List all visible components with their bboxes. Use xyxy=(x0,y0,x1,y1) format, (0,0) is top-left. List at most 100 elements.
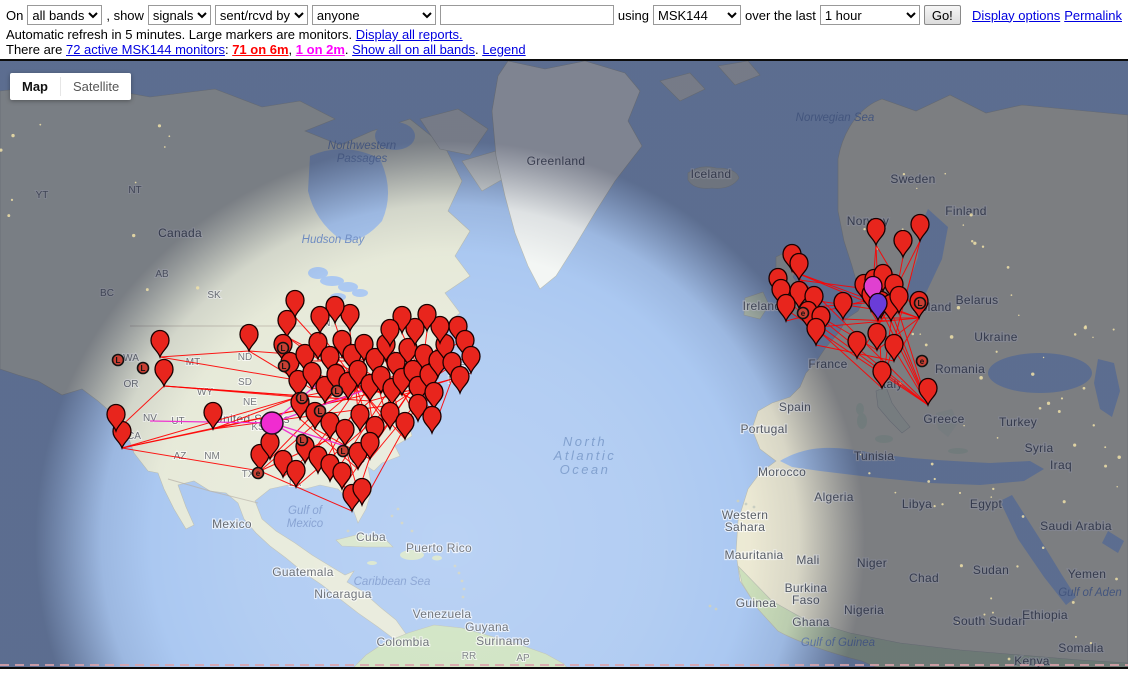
svg-text:Chad: Chad xyxy=(909,571,939,585)
svg-text:LA: LA xyxy=(289,478,302,489)
svg-text:Norway: Norway xyxy=(847,214,889,228)
svg-text:Northwestern: Northwestern xyxy=(328,140,396,152)
sep: , xyxy=(289,42,296,57)
svg-text:Passages: Passages xyxy=(337,153,388,165)
monitors-6m-link[interactable]: 71 on 6m xyxy=(232,42,288,57)
mode-select[interactable]: MSK144 xyxy=(653,5,741,25)
signals-select[interactable]: signals xyxy=(148,5,211,25)
svg-text:Libya: Libya xyxy=(902,497,932,511)
svg-text:Iceland: Iceland xyxy=(691,167,732,181)
svg-text:AP: AP xyxy=(516,653,530,664)
svg-text:Mexico: Mexico xyxy=(212,517,252,531)
svg-text:Greenland: Greenland xyxy=(527,154,586,168)
on-label: On xyxy=(6,8,23,23)
go-button[interactable]: Go! xyxy=(924,5,961,25)
svg-text:Algeria: Algeria xyxy=(814,490,853,504)
display-options-link[interactable]: Display options xyxy=(972,8,1060,23)
refresh-text: Automatic refresh in 5 minutes. Large ma… xyxy=(6,27,356,42)
map-type-control: Map Satellite xyxy=(10,73,131,100)
svg-text:KS: KS xyxy=(251,422,265,433)
svg-text:Canada: Canada xyxy=(158,226,202,240)
svg-text:Colombia: Colombia xyxy=(376,635,429,649)
time-select[interactable]: 1 hour xyxy=(820,5,920,25)
using-label: using xyxy=(618,8,649,23)
map-type-satellite-button[interactable]: Satellite xyxy=(61,73,131,100)
svg-text:SC: SC xyxy=(351,455,365,466)
svg-text:Nigeria: Nigeria xyxy=(844,603,884,617)
svg-text:Tunisia: Tunisia xyxy=(854,449,894,463)
svg-text:Mauritania: Mauritania xyxy=(724,548,783,562)
overlast-label: over the last xyxy=(745,8,816,23)
svg-text:Guatemala: Guatemala xyxy=(272,565,333,579)
svg-text:Yemen: Yemen xyxy=(1068,567,1106,581)
map-base-layer: Greenland Iceland Sweden Norway Finland Canad… xyxy=(0,61,1128,669)
svg-text:Caribbean Sea: Caribbean Sea xyxy=(354,576,431,588)
band-select[interactable]: all bands xyxy=(27,5,102,25)
svg-text:SK: SK xyxy=(207,290,221,301)
active-monitors-link[interactable]: 72 active MSK144 monitors xyxy=(66,42,225,57)
svg-text:France: France xyxy=(808,357,847,371)
svg-text:Saudi Arabia: Saudi Arabia xyxy=(1040,519,1112,533)
legend-link[interactable]: Legend xyxy=(482,42,525,57)
svg-text:Spain: Spain xyxy=(779,400,811,414)
svg-text:UT: UT xyxy=(171,416,184,427)
svg-text:Finland: Finland xyxy=(945,204,986,218)
svg-text:QC: QC xyxy=(393,319,408,330)
svg-text:MT: MT xyxy=(186,357,200,368)
svg-text:Norwegian Sea: Norwegian Sea xyxy=(796,112,875,124)
show-all-bands-link[interactable]: Show all on all bands xyxy=(352,42,475,57)
svg-text:YT: YT xyxy=(36,190,49,201)
svg-text:NS: NS xyxy=(448,375,462,386)
svg-text:Ethiopia: Ethiopia xyxy=(1022,608,1068,622)
svg-text:Gulf of Guinea: Gulf of Guinea xyxy=(801,637,875,649)
svg-text:RR: RR xyxy=(462,651,476,662)
svg-text:Nicaragua: Nicaragua xyxy=(314,587,371,601)
world-map[interactable]: Greenland Iceland Sweden Norway Finland Canad… xyxy=(0,59,1128,669)
svg-text:Egypt: Egypt xyxy=(970,497,1003,511)
svg-text:AZ: AZ xyxy=(174,451,187,462)
svg-text:Syria: Syria xyxy=(1025,441,1054,455)
callsign-input[interactable] xyxy=(440,5,614,25)
svg-text:Ghana: Ghana xyxy=(792,615,830,629)
svg-text:NC: NC xyxy=(361,442,375,453)
svg-text:Venezuela: Venezuela xyxy=(413,607,472,621)
svg-text:Iraq: Iraq xyxy=(1050,458,1072,472)
map-type-map-button[interactable]: Map xyxy=(10,73,60,100)
svg-text:Gulf of Aden: Gulf of Aden xyxy=(1058,587,1122,599)
svg-text:NT: NT xyxy=(128,185,141,196)
svg-text:TX: TX xyxy=(242,469,255,480)
svg-text:Puerto Rico: Puerto Rico xyxy=(406,541,472,555)
svg-text:Mali: Mali xyxy=(796,553,819,567)
svg-text:WA: WA xyxy=(123,353,139,364)
svg-text:Greece: Greece xyxy=(923,412,964,426)
svg-text:Suriname: Suriname xyxy=(476,634,530,648)
permalink-link[interactable]: Permalink xyxy=(1064,8,1122,23)
svg-text:Sweden: Sweden xyxy=(890,172,935,186)
display-all-reports-link[interactable]: Display all reports. xyxy=(356,27,463,42)
sentrcvd-select[interactable]: sent/rcvd by xyxy=(215,5,308,25)
svg-text:Belarus: Belarus xyxy=(956,293,999,307)
svg-text:NM: NM xyxy=(204,451,220,462)
svg-text:Ocean: Ocean xyxy=(560,462,611,477)
svg-text:Sudan: Sudan xyxy=(973,563,1009,577)
svg-text:Ireland: Ireland xyxy=(743,299,782,313)
svg-text:ND: ND xyxy=(238,352,252,363)
there-are-text: There are xyxy=(6,42,66,57)
svg-text:Poland: Poland xyxy=(912,300,951,314)
svg-text:Faso: Faso xyxy=(792,593,820,607)
svg-text:Mexico: Mexico xyxy=(287,518,324,530)
svg-text:Atlantic: Atlantic xyxy=(553,448,617,463)
svg-text:South Sudan: South Sudan xyxy=(953,614,1026,628)
svg-text:ON: ON xyxy=(316,318,331,329)
svg-text:WY: WY xyxy=(197,387,213,398)
svg-text:Guinea: Guinea xyxy=(736,596,777,610)
svg-text:Guyana: Guyana xyxy=(465,620,509,634)
header: On all bands , show signals sent/rcvd by… xyxy=(0,0,1128,57)
svg-text:Niger: Niger xyxy=(857,556,887,570)
svg-text:CA: CA xyxy=(127,431,141,442)
query-controls-row: On all bands , show signals sent/rcvd by… xyxy=(6,3,1122,27)
svg-text:GA: GA xyxy=(337,467,352,478)
anyone-select[interactable]: anyone xyxy=(312,5,436,25)
monitors-2m-link[interactable]: 1 on 2m xyxy=(296,42,345,57)
svg-text:SD: SD xyxy=(238,377,252,388)
